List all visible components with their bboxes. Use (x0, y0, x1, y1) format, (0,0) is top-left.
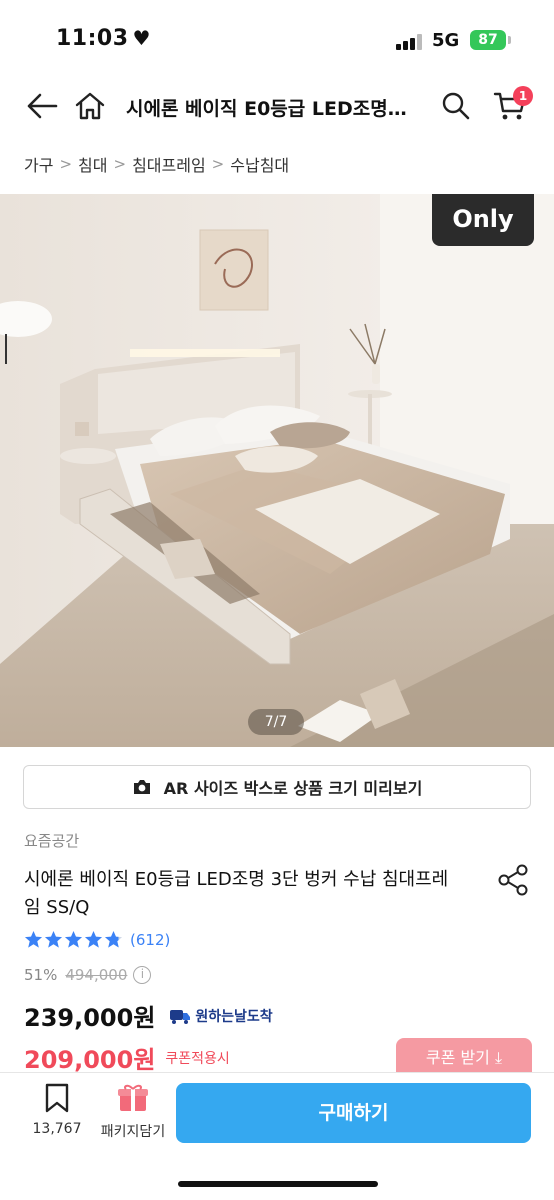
original-price: 494,000 (65, 966, 128, 984)
package-label: 패키지담기 (100, 1124, 166, 1140)
gift-box-icon (118, 1084, 148, 1111)
search-icon[interactable] (436, 86, 476, 126)
review-count[interactable]: (612) (130, 931, 170, 949)
truck-icon (170, 1009, 191, 1024)
battery-icon: 87 (470, 30, 506, 50)
top-nav: 시에론 베이직 E0등급 LED조명… (0, 78, 554, 136)
sale-price: 239,000원 (24, 1004, 156, 1032)
breadcrumb-item[interactable]: 침대 (78, 152, 107, 176)
chevron-right-icon: > (211, 155, 225, 173)
status-bar: 11:03 ♥ 5G 87 (0, 0, 554, 78)
breadcrumb-item[interactable]: 가구 (24, 152, 53, 176)
product-image-carousel[interactable]: Only 7/7 (0, 194, 554, 747)
bed-photo (0, 194, 554, 747)
status-time: 11:03 ♥ (56, 26, 151, 51)
cart-count-badge: 1 (513, 86, 533, 106)
coupon-price: 209,000원 (24, 1046, 156, 1074)
breadcrumb-item[interactable]: 침대프레임 (132, 152, 206, 176)
clock-text: 11:03 (56, 26, 129, 51)
breadcrumb: 가구 > 침대 > 침대프레임 > 수납침대 (24, 152, 289, 176)
back-arrow-icon[interactable] (22, 86, 62, 126)
star-icon (104, 930, 123, 948)
signal-icon (396, 34, 424, 50)
star-rating (24, 930, 124, 949)
chevron-right-icon: > (59, 155, 73, 173)
rating-row[interactable]: (612) (24, 930, 170, 949)
ar-size-preview-button[interactable]: AR 사이즈 박스로 상품 크기 미리보기 (23, 765, 531, 809)
coupon-button-label: 쿠폰 받기 (425, 1048, 490, 1067)
chevron-right-icon: > (113, 155, 127, 173)
delivery-badge-label: 원하는날도착 (195, 1008, 273, 1025)
brand-name[interactable]: 요즘공간 (24, 830, 79, 851)
camera-icon (133, 780, 150, 794)
home-icon[interactable] (70, 86, 110, 126)
wish-count: 13,767 (32, 1121, 82, 1137)
buy-button[interactable]: 구매하기 (176, 1083, 531, 1143)
breadcrumb-item[interactable]: 수납침대 (230, 152, 289, 176)
delivery-badge: 원하는날도착 (169, 1006, 273, 1026)
heart-icon: ♥ (132, 26, 151, 50)
star-icon (44, 930, 63, 948)
discount-percent: 51% (24, 966, 58, 984)
discount-row: 51% 494,000 i (24, 966, 152, 984)
share-icon[interactable] (496, 862, 532, 898)
star-icon (64, 930, 83, 948)
coupon-note: 쿠폰적용시 (165, 1050, 230, 1067)
package-button[interactable]: 패키지담기 (96, 1083, 170, 1141)
only-badge: Only (432, 194, 534, 246)
coupon-price-row: 209,000원 쿠폰적용시 (24, 1040, 230, 1075)
download-icon: ⤓ (494, 1048, 503, 1067)
bookmark-icon (45, 1083, 69, 1113)
ar-button-label: AR 사이즈 박스로 상품 크기 미리보기 (163, 779, 423, 798)
network-type: 5G (432, 30, 460, 51)
star-icon (24, 930, 43, 948)
home-indicator (178, 1181, 378, 1187)
price-row: 239,000원 원하는날도착 (24, 998, 273, 1033)
page-title: 시에론 베이직 E0등급 LED조명… (126, 98, 407, 120)
wishlist-button[interactable]: 13,767 (24, 1083, 90, 1137)
info-icon[interactable]: i (133, 966, 152, 984)
star-icon (84, 930, 103, 948)
battery-tip (508, 36, 511, 44)
carousel-page-counter: 7/7 (248, 709, 304, 735)
product-title: 시에론 베이직 E0등급 LED조명 3단 벙커 수납 침대프레임 SS/Q (24, 869, 449, 918)
bottom-action-bar: 13,767 패키지담기 구매하기 (0, 1072, 554, 1200)
